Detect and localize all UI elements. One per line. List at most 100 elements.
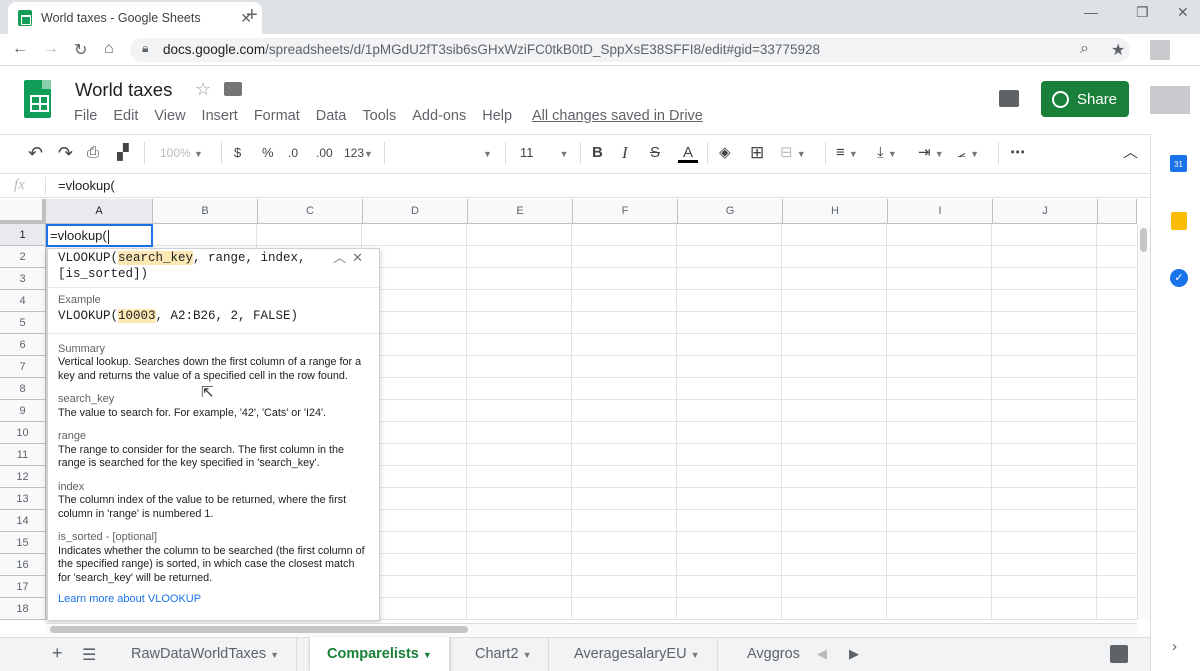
account-avatar[interactable] <box>1150 86 1190 114</box>
sheet-tab[interactable]: Avggros <box>730 637 806 671</box>
rotate-icon[interactable]: ⦟ ▼ <box>957 143 979 163</box>
sheet-tab[interactable]: RawDataWorldTaxes ▼ <box>114 637 298 671</box>
row-header[interactable]: 2 <box>0 246 46 268</box>
column-header[interactable]: G <box>678 199 783 224</box>
all-sheets-icon[interactable]: ☰ <box>82 645 96 665</box>
explore-icon[interactable] <box>1110 645 1128 663</box>
valign-icon[interactable]: ⤓ ▼ <box>877 143 897 163</box>
menu-tools[interactable]: Tools <box>362 108 396 124</box>
star-icon[interactable]: ☆ <box>195 79 211 100</box>
wrap-icon[interactable]: ⇥ ▼ <box>918 143 944 163</box>
merge-icon[interactable]: ⊟ ▼ <box>780 143 806 163</box>
sheet-tab-active[interactable]: Comparelists ▼ <box>310 637 450 671</box>
row-header[interactable]: 4 <box>0 290 46 312</box>
menu-data[interactable]: Data <box>316 108 347 124</box>
row-header[interactable]: 18 <box>0 598 46 620</box>
calendar-icon[interactable]: 31 <box>1170 155 1187 172</box>
increase-decimals-button[interactable]: .00 <box>316 143 333 163</box>
scroll-tabs-left-icon[interactable]: ◀ <box>817 646 827 662</box>
column-header[interactable]: E <box>468 199 573 224</box>
url-text[interactable]: docs.google.com/spreadsheets/d/1pMGdU2fT… <box>163 42 820 57</box>
column-header[interactable]: D <box>363 199 468 224</box>
menu-addons[interactable]: Add-ons <box>412 108 466 124</box>
row-header[interactable]: 11 <box>0 444 46 466</box>
add-sheet-button[interactable]: + <box>52 643 63 664</box>
sheet-tab[interactable]: Chart2 ▼ <box>458 637 550 671</box>
column-header[interactable]: I <box>888 199 993 224</box>
italic-button[interactable]: I <box>622 143 628 163</box>
undo-icon[interactable]: ↶ <box>28 143 43 163</box>
formula-input[interactable]: =vlookup( <box>58 178 115 193</box>
horizontal-scroll-thumb[interactable] <box>50 626 468 633</box>
borders-icon[interactable]: ⊞ <box>750 143 764 163</box>
document-title[interactable]: World taxes <box>75 79 172 101</box>
bookmark-star-icon[interactable]: ★ <box>1111 40 1125 60</box>
row-header[interactable]: 5 <box>0 312 46 334</box>
reload-icon[interactable]: ↻ <box>74 40 87 60</box>
forward-icon[interactable]: → <box>43 40 59 58</box>
menu-file[interactable]: File <box>74 108 97 124</box>
column-header[interactable]: C <box>258 199 363 224</box>
menu-edit[interactable]: Edit <box>113 108 138 124</box>
new-tab-button[interactable]: + <box>246 5 258 25</box>
save-status[interactable]: All changes saved in Drive <box>532 108 703 124</box>
profile-avatar[interactable] <box>1150 40 1170 60</box>
collapse-help-icon[interactable]: ︿ <box>333 250 352 265</box>
scroll-tabs-right-icon[interactable]: ▶ <box>849 646 859 662</box>
home-icon[interactable]: ⌂ <box>104 40 114 58</box>
zoom-icon[interactable]: ⌕ <box>1080 40 1089 58</box>
learn-more-link[interactable]: Learn more about VLOOKUP <box>58 593 369 607</box>
browser-tab[interactable]: World taxes - Google Sheets ✕ <box>8 2 262 34</box>
bold-button[interactable]: B <box>592 143 603 163</box>
window-close-icon[interactable]: ✕ <box>1177 4 1189 21</box>
lock-icon[interactable]: 🔒︎ <box>142 41 148 56</box>
active-cell[interactable]: =vlookup( <box>46 224 153 247</box>
comment-icon[interactable] <box>999 90 1019 107</box>
menu-insert[interactable]: Insert <box>202 108 238 124</box>
row-header[interactable]: 6 <box>0 334 46 356</box>
menu-view[interactable]: View <box>154 108 185 124</box>
sheet-tab[interactable]: AveragesalaryEU ▼ <box>557 637 718 671</box>
more-formats-button[interactable]: 123▼ <box>344 143 373 163</box>
close-help-icon[interactable]: ✕ <box>352 250 369 265</box>
row-header[interactable]: 15 <box>0 532 46 554</box>
menu-format[interactable]: Format <box>254 108 300 124</box>
column-header[interactable]: B <box>153 199 258 224</box>
select-all-corner[interactable] <box>0 199 46 224</box>
row-header[interactable]: 13 <box>0 488 46 510</box>
row-header[interactable]: 12 <box>0 466 46 488</box>
column-header[interactable]: A <box>46 199 153 224</box>
collapse-icon[interactable]: ︿ <box>1123 143 1138 163</box>
vertical-scroll-thumb[interactable] <box>1140 228 1147 252</box>
folder-icon[interactable] <box>224 82 242 96</box>
strikethrough-button[interactable]: S <box>650 143 660 163</box>
minimize-icon[interactable]: — <box>1084 4 1098 20</box>
font-family-select[interactable]: ▼ <box>483 143 492 163</box>
share-button[interactable]: Share <box>1041 81 1129 117</box>
redo-icon[interactable]: ↷ <box>58 143 73 163</box>
menu-help[interactable]: Help <box>482 108 512 124</box>
tasks-icon[interactable]: ✓ <box>1170 269 1188 287</box>
row-header[interactable]: 17 <box>0 576 46 598</box>
more-button[interactable]: ⋯ <box>1010 143 1025 163</box>
row-header[interactable]: 3 <box>0 268 46 290</box>
restore-icon[interactable]: ❐ <box>1136 4 1149 21</box>
row-header[interactable]: 16 <box>0 554 46 576</box>
text-color-button[interactable]: A <box>678 143 698 163</box>
decrease-decimals-button[interactable]: .0 <box>288 143 298 163</box>
row-header[interactable]: 14 <box>0 510 46 532</box>
align-icon[interactable]: ≡ ▼ <box>836 143 858 163</box>
column-header[interactable]: F <box>573 199 678 224</box>
currency-button[interactable]: $ <box>234 143 241 163</box>
font-size-select[interactable]: 11 ▼ <box>520 143 572 163</box>
percent-button[interactable]: % <box>262 143 274 163</box>
print-icon[interactable]: ⎙ <box>87 143 99 163</box>
vertical-scrollbar[interactable] <box>1137 224 1150 620</box>
sheets-logo-icon[interactable] <box>24 80 51 118</box>
column-header[interactable]: H <box>783 199 888 224</box>
fill-color-icon[interactable]: ◈ <box>719 143 731 163</box>
back-icon[interactable]: ← <box>12 40 28 58</box>
column-header[interactable] <box>1098 199 1137 224</box>
row-header[interactable]: 10 <box>0 422 46 444</box>
expand-panel-icon[interactable]: › <box>1172 638 1177 655</box>
